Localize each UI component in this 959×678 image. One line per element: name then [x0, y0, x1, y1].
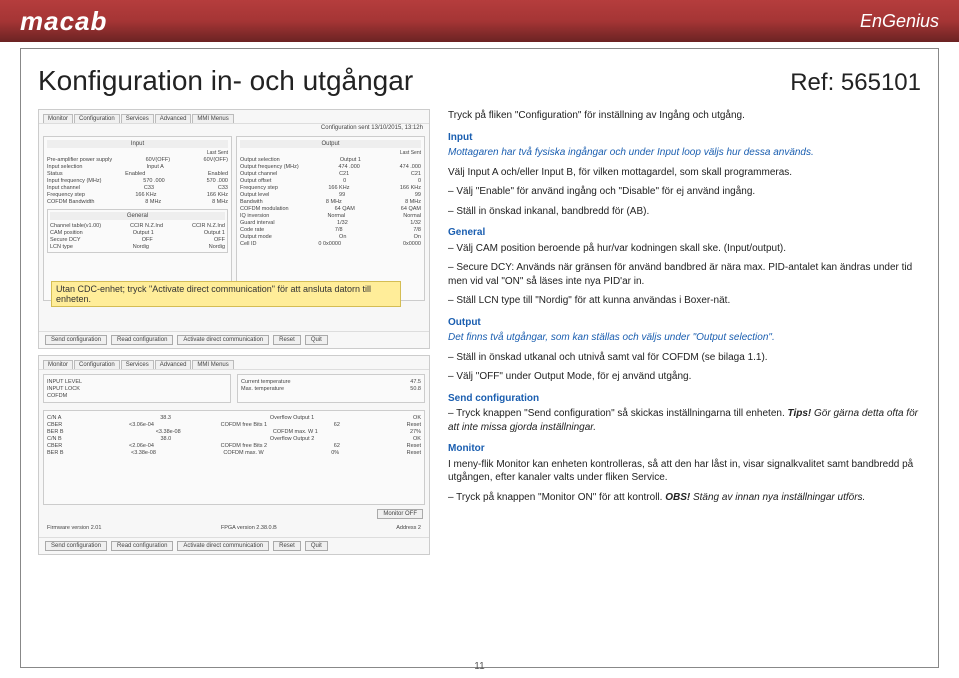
screenshot-tab[interactable]: Advanced: [155, 114, 192, 123]
field-row: Output selectionOutput 1: [240, 156, 421, 163]
field-row: IQ inversionNormalNormal: [240, 212, 421, 219]
footer-info: Firmware version 2.01: [47, 525, 101, 531]
monitor-screenshot: MonitorConfigurationServicesAdvancedMMI …: [38, 355, 430, 555]
field-row: Current temperature47.5: [241, 378, 421, 385]
general-b1: – Välj CAM position beroende på hur/var …: [448, 242, 921, 256]
field-row: Channel table(v1.00)CCIR N.Z.IndCCIR N.Z…: [50, 222, 225, 229]
screenshot-button[interactable]: Read configuration: [111, 541, 173, 551]
config-screenshot: MonitorConfigurationServicesAdvancedMMI …: [38, 109, 430, 349]
field-row: COFDM Bandwidth8 MHz8 MHz: [47, 198, 228, 205]
field-row: Frequency step166 KHz166 KHz: [47, 191, 228, 198]
screenshot-button[interactable]: Send configuration: [45, 541, 107, 551]
field-row: StatusEnabledEnabled: [47, 170, 228, 177]
screenshot-button[interactable]: Activate direct communication: [177, 335, 269, 345]
screenshot-tab[interactable]: Monitor: [43, 114, 73, 123]
section-monitor: Monitor: [448, 442, 921, 456]
section-input: Input: [448, 131, 921, 145]
field-row: COFDM modulation64 QAM64 QAM: [240, 205, 421, 212]
header-bar: macab EnGenius: [0, 0, 959, 42]
brand-logo-left: macab: [20, 6, 107, 37]
screenshot-button[interactable]: Activate direct communication: [177, 541, 269, 551]
field-row: LCN typeNordigNordig: [50, 243, 225, 250]
screenshot-tab[interactable]: Services: [121, 114, 154, 123]
general-b3: – Ställ LCN type till "Nordig" för att k…: [448, 294, 921, 308]
field-row: Max. temperature50.8: [241, 385, 421, 392]
field-row: Output offset00: [240, 177, 421, 184]
output-panel-title: Output: [240, 140, 421, 148]
field-row: INPUT LEVEL: [47, 378, 227, 385]
screenshot-tab[interactable]: Configuration: [74, 114, 120, 123]
page-number: 11: [474, 661, 484, 672]
field-row: Frequency step166 KHz166 KHz: [240, 184, 421, 191]
input-panel-title: Input: [47, 140, 228, 148]
field-row: Output channelC21C21: [240, 170, 421, 177]
field-row: Code rate7/87/8: [240, 226, 421, 233]
field-row: Cell ID0 0x00000x0000: [240, 240, 421, 247]
callout-note: Utan CDC-enhet; tryck "Activate direct c…: [51, 281, 401, 307]
input-b1: – Välj "Enable" för använd ingång och "D…: [448, 185, 921, 199]
output-lead: Det finns två utgångar, som kan ställas …: [448, 331, 921, 345]
screenshot-tab[interactable]: Monitor: [43, 360, 73, 369]
input-lead: Mottagaren har två fysiska ingångar och …: [448, 146, 921, 160]
screenshot-button[interactable]: Reset: [273, 541, 301, 551]
screenshot-button[interactable]: Send configuration: [45, 335, 107, 345]
footer-info: Address 2: [396, 525, 421, 531]
general-panel-title: General: [50, 212, 225, 220]
field-row: BER B<3.38e-08COFDM max. W0%Reset: [47, 449, 421, 456]
input-p1: Välj Input A och/eller Input B, för vilk…: [448, 166, 921, 180]
intro-text: Tryck på fliken "Configuration" för inst…: [448, 109, 921, 123]
input-b2: – Ställ in önskad inkanal, bandbredd för…: [448, 205, 921, 219]
left-column: MonitorConfigurationServicesAdvancedMMI …: [38, 109, 430, 555]
field-row: Input selectionInput A: [47, 163, 228, 170]
screenshot-tab[interactable]: MMI Menus: [192, 114, 233, 123]
footer-info: FPGA version 2.38.0.B: [221, 525, 277, 531]
section-general: General: [448, 226, 921, 240]
screenshot-button[interactable]: Quit: [305, 335, 328, 345]
title-row: Konfiguration in- och utgångar Ref: 5651…: [38, 65, 921, 97]
page-ref: Ref: 565101: [790, 69, 921, 97]
monitor-p1: I meny-flik Monitor kan enheten kontroll…: [448, 458, 921, 485]
output-b1: – Ställ in önskad utkanal och utnivå sam…: [448, 351, 921, 365]
field-row: Input channelC33C33: [47, 184, 228, 191]
field-row: BER B<3.38e-08COFDM max. W 127%: [47, 428, 421, 435]
monitor-off-button[interactable]: Monitor OFF: [377, 509, 423, 519]
section-output: Output: [448, 316, 921, 330]
screenshot-tab[interactable]: MMI Menus: [192, 360, 233, 369]
field-row: Guard interval1/321/32: [240, 219, 421, 226]
screenshot-tab[interactable]: Advanced: [155, 360, 192, 369]
field-row: Pre-amplifier power supply60V(OFF)60V(OF…: [47, 156, 228, 163]
field-row: Secure DCYOFFOFF: [50, 236, 225, 243]
field-row: CBER<3.06e-04COFDM free Bits 162Reset: [47, 421, 421, 428]
field-row: INPUT LOCK: [47, 385, 227, 392]
section-send: Send configuration: [448, 392, 921, 406]
right-column: Tryck på fliken "Configuration" för inst…: [448, 109, 921, 555]
screenshot-button[interactable]: Quit: [305, 541, 328, 551]
field-row: Bandwith8 MHz8 MHz: [240, 198, 421, 205]
send-p1: – Tryck knappen "Send configuration" så …: [448, 407, 921, 434]
brand-logo-right: EnGenius: [860, 11, 939, 32]
screenshot-tab[interactable]: Services: [121, 360, 154, 369]
monitor-b1: – Tryck på knappen "Monitor ON" för att …: [448, 491, 921, 505]
screenshot-tab[interactable]: Configuration: [74, 360, 120, 369]
output-b2: – Välj "OFF" under Output Mode, för ej a…: [448, 370, 921, 384]
sent-line: Configuration sent 13/10/2015, 13:12h: [39, 124, 429, 132]
field-row: CBER<2.06e-04COFDM free Bits 262Reset: [47, 442, 421, 449]
field-row: Input frequency (MHz)570 .000570 .000: [47, 177, 228, 184]
page-title: Konfiguration in- och utgångar: [38, 65, 413, 97]
field-row: COFDM: [47, 392, 227, 399]
field-row: Output frequency (MHz)474 .000474 .000: [240, 163, 421, 170]
field-row: C/N A38.3Overflow Output 1OK: [47, 414, 421, 421]
field-row: Output modeOnOn: [240, 233, 421, 240]
general-b2: – Secure DCY: Används när gränsen för an…: [448, 261, 921, 288]
field-row: CAM positionOutput 1Output 1: [50, 229, 225, 236]
field-row: C/N B38.0Overflow Output 2OK: [47, 435, 421, 442]
field-row: Output level9999: [240, 191, 421, 198]
screenshot-button[interactable]: Reset: [273, 335, 301, 345]
screenshot-button[interactable]: Read configuration: [111, 335, 173, 345]
